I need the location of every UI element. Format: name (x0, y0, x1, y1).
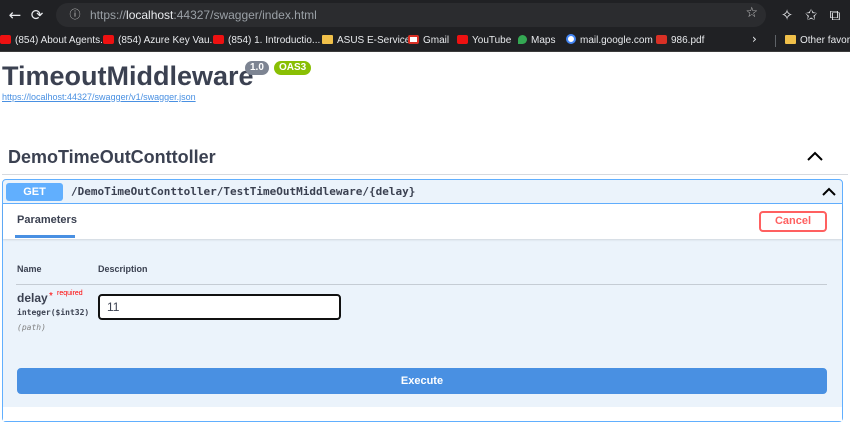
pdf-icon (656, 35, 667, 44)
required-star: * (49, 291, 53, 302)
google-icon (566, 34, 576, 44)
bookmark-item[interactable]: Maps (518, 33, 555, 49)
oas-badge: OAS3 (274, 61, 312, 75)
folder-icon (322, 35, 333, 44)
tag-title[interactable]: DemoTimeOutConttoller (8, 146, 216, 168)
bookmark-label: 986.pdf (671, 35, 705, 46)
site-info-icon[interactable]: ⓘ (66, 6, 84, 24)
address-text[interactable]: https://localhost:44327/swagger/index.ht… (90, 7, 317, 23)
swagger-page: TimeoutMiddleware 1.0 OAS3 https://local… (0, 52, 850, 422)
chevron-up-icon[interactable] (806, 147, 824, 165)
operation-footer (3, 407, 842, 421)
bookmark-item[interactable]: Gmail (408, 33, 449, 49)
column-header-name: Name (17, 264, 42, 274)
folder-icon (785, 35, 796, 44)
page-title: TimeoutMiddleware (2, 61, 254, 91)
maps-icon (518, 35, 527, 44)
bookmark-label: (854) About Agents... (15, 35, 109, 46)
tag-divider (2, 174, 848, 175)
browser-toolbar: ← ⟳ ⓘ https://localhost:44327/swagger/in… (0, 0, 850, 30)
bookmark-item[interactable]: ASUS E-Service (322, 33, 410, 49)
spec-link[interactable]: https://localhost:44327/swagger/v1/swagg… (2, 92, 196, 102)
bookmark-label: (854) Azure Key Vau... (118, 35, 218, 46)
chevron-up-icon[interactable] (821, 184, 837, 200)
bookmark-label: Maps (531, 35, 556, 46)
youtube-icon (213, 35, 224, 44)
gmail-icon (408, 35, 419, 44)
chevron-right-icon[interactable]: › (752, 32, 757, 46)
version-badge: 1.0 (245, 61, 269, 75)
other-favorites-label: Other favorite (800, 35, 850, 46)
column-header-description: Description (98, 264, 148, 274)
bookmark-item[interactable]: YouTube (457, 33, 511, 49)
required-label: required (57, 290, 83, 297)
bookmark-label: (854) 1. Introductio... (228, 35, 321, 46)
param-location: (path) (17, 323, 46, 332)
back-arrow-icon[interactable]: ← (4, 4, 26, 26)
tab-underline (15, 235, 75, 238)
reload-icon[interactable]: ⟳ (26, 4, 48, 26)
operation-summary[interactable]: GET /DemoTimeOutConttoller/TestTimeOutMi… (3, 180, 842, 204)
url-rest: :44327/swagger/index.html (173, 8, 317, 22)
bookmark-separator (775, 35, 776, 47)
delay-input[interactable] (98, 294, 341, 320)
star-icon[interactable]: ☆ (745, 5, 758, 21)
tab-parameters[interactable]: Parameters (17, 214, 77, 226)
parameters-header: Parameters Cancel (3, 204, 842, 239)
address-bar[interactable]: ⓘ https://localhost:44327/swagger/index.… (56, 3, 766, 27)
bookmark-item[interactable]: (854) About Agents... (0, 33, 108, 49)
bookmark-label: Gmail (423, 35, 450, 46)
method-badge: GET (6, 183, 63, 201)
operation-block: GET /DemoTimeOutConttoller/TestTimeOutMi… (2, 179, 843, 422)
bookmark-item[interactable]: mail.google.com (566, 33, 653, 49)
bookmark-label: mail.google.com (580, 35, 653, 46)
bookmark-item[interactable]: (854) Azure Key Vau... (103, 33, 218, 49)
other-favorites[interactable]: Other favorite (785, 33, 850, 49)
cancel-button[interactable]: Cancel (759, 211, 827, 232)
url-scheme: https:// (90, 8, 127, 22)
collections-icon[interactable]: ⧉ (824, 4, 846, 26)
operation-path: /DemoTimeOutConttoller/TestTimeOutMiddle… (71, 185, 416, 198)
bookmark-item[interactable]: 986.pdf (656, 33, 704, 49)
execute-button[interactable]: Execute (17, 368, 827, 394)
youtube-icon (103, 35, 114, 44)
url-host: localhost (126, 8, 174, 22)
youtube-icon (0, 35, 11, 44)
bookmark-label: YouTube (472, 35, 512, 46)
bookmark-label: ASUS E-Service (337, 35, 411, 46)
youtube-icon (457, 35, 468, 44)
header-divider (16, 284, 827, 285)
favorites-icon[interactable]: ✩ (800, 4, 822, 26)
param-name: delay (17, 291, 48, 305)
param-type: integer($int32) (17, 308, 90, 317)
bookmarks-bar: (854) About Agents... (854) Azure Key Va… (0, 30, 850, 52)
bookmark-item[interactable]: (854) 1. Introductio... (213, 33, 320, 49)
puzzle-icon[interactable]: ✧ (776, 4, 798, 26)
